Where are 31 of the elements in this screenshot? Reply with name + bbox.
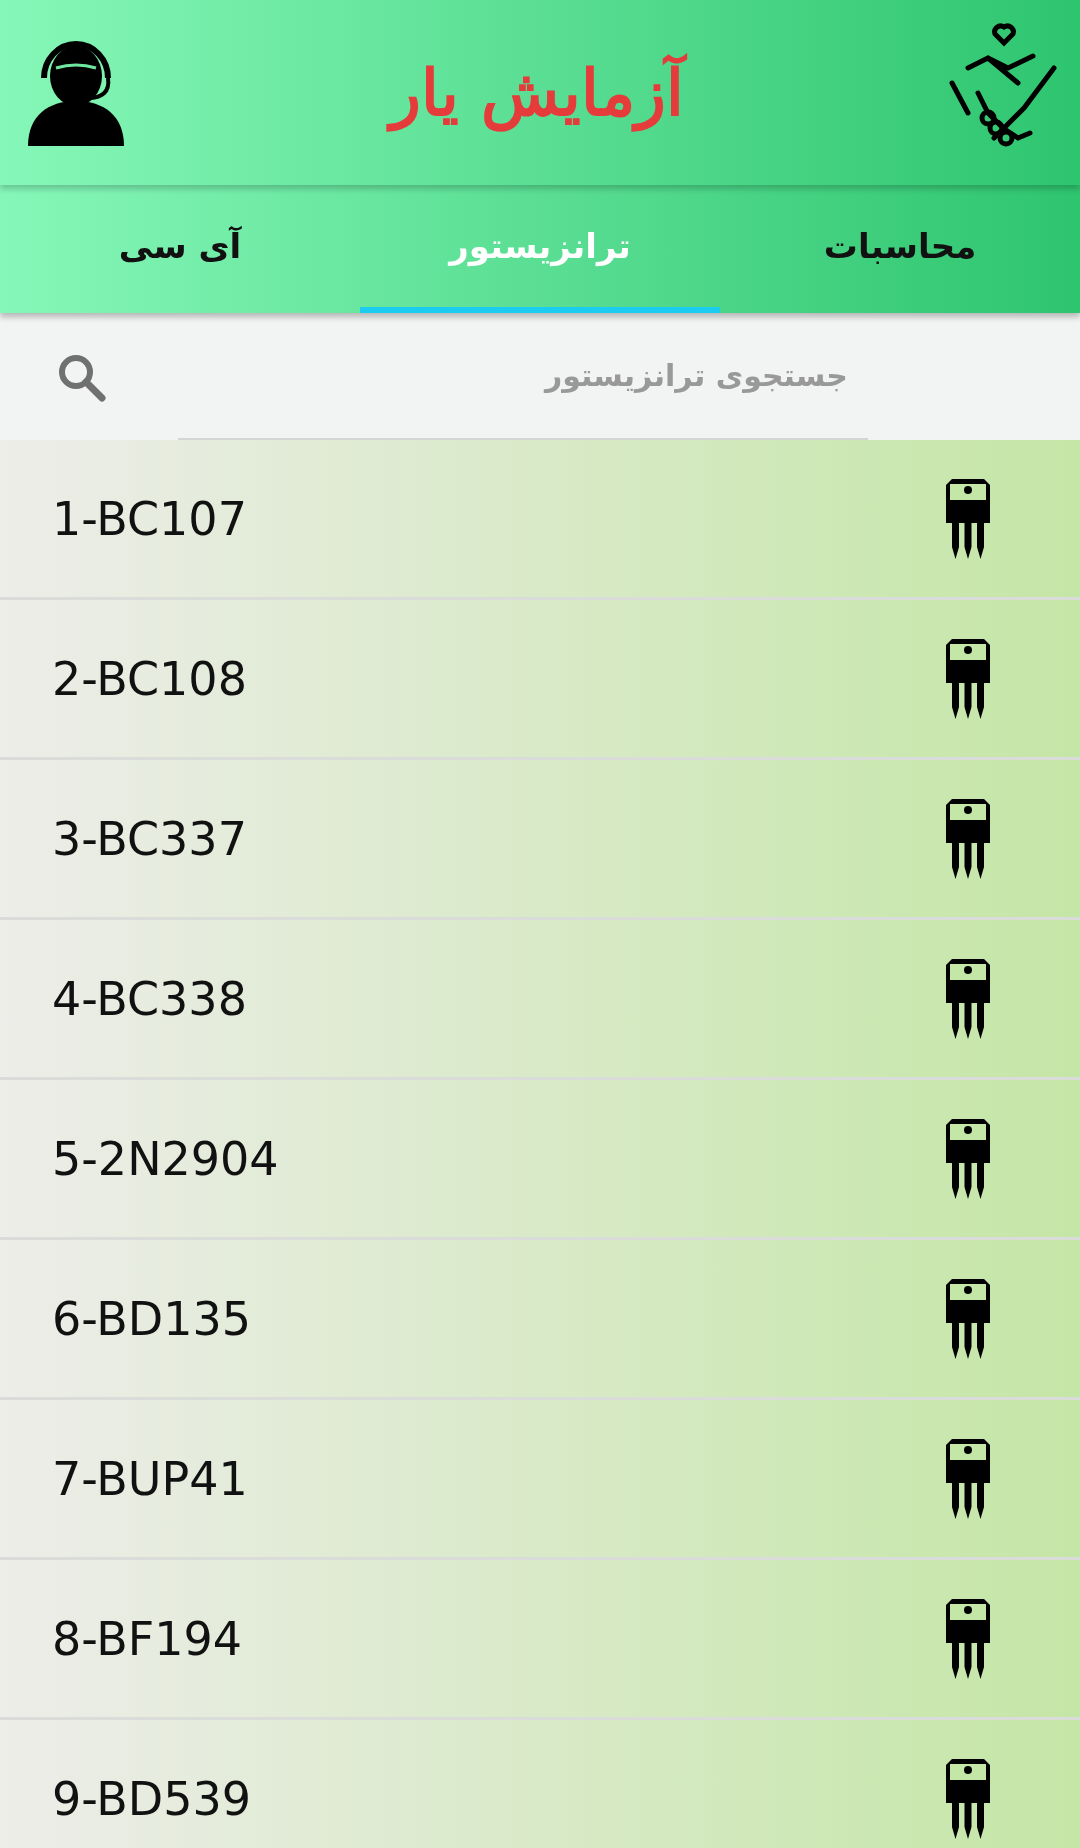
transistor-name: 2-BC108: [52, 651, 247, 706]
list-row[interactable]: 9-BD539: [0, 1720, 1080, 1848]
search-bar[interactable]: جستجوی ترانزیستور: [0, 313, 1080, 440]
transistor-icon: [946, 1118, 990, 1199]
list-row[interactable]: 6-BD135: [0, 1240, 1080, 1400]
tab[interactable]: محاسبات: [720, 185, 1080, 313]
transistor-icon: [946, 1598, 990, 1679]
list-row[interactable]: 2-BC108: [0, 600, 1080, 760]
list-row[interactable]: 1-BC107: [0, 440, 1080, 600]
list-row[interactable]: 8-BF194: [0, 1560, 1080, 1720]
transistor-icon: [946, 1758, 990, 1839]
transistor-name: 4-BC338: [52, 971, 247, 1026]
transistor-icon: [946, 478, 990, 559]
list-row[interactable]: 4-BC338: [0, 920, 1080, 1080]
tab[interactable]: آی سی: [0, 185, 360, 313]
search-field[interactable]: جستجوی ترانزیستور: [178, 313, 868, 440]
transistor-name: 7-BUP41: [52, 1451, 248, 1506]
transistor-name: 3-BC337: [52, 811, 247, 866]
list-row[interactable]: 7-BUP41: [0, 1400, 1080, 1560]
transistor-icon: [946, 798, 990, 879]
transistor-icon: [946, 1278, 990, 1359]
transistor-name: 6-BD135: [52, 1291, 251, 1346]
list-row[interactable]: 3-BC337: [0, 760, 1080, 920]
transistor-name: 9-BD539: [52, 1771, 251, 1826]
transistor-icon: [946, 638, 990, 719]
transistor-icon: [946, 958, 990, 1039]
transistor-name: 1-BC107: [52, 491, 247, 546]
list-row[interactable]: 5-2N2904: [0, 1080, 1080, 1240]
transistor-name: 5-2N2904: [52, 1131, 279, 1186]
transistor-icon: [946, 1438, 990, 1519]
transistor-name: 8-BF194: [52, 1611, 243, 1666]
